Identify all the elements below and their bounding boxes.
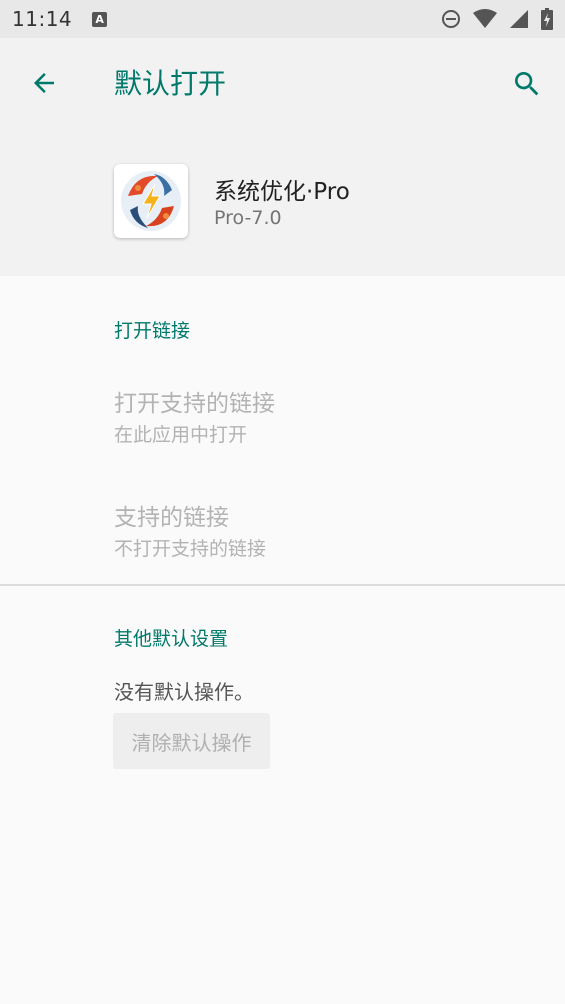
app-name: 系统优化·Pro xyxy=(214,179,350,205)
back-button[interactable] xyxy=(24,63,64,103)
section-divider xyxy=(0,584,565,586)
arrow-back-icon xyxy=(34,73,54,93)
open-links-section-title: 打开链接 xyxy=(114,320,191,342)
status-time: 11:14 xyxy=(12,7,73,31)
do-not-disturb-icon xyxy=(442,10,460,28)
clear-defaults-button[interactable]: 清除默认操作 xyxy=(113,713,270,769)
search-icon xyxy=(515,72,539,96)
other-defaults-section-title: 其他默认设置 xyxy=(114,628,229,650)
wifi-icon xyxy=(473,9,497,28)
notification-icon: A xyxy=(92,11,108,27)
cell-signal-icon xyxy=(510,10,528,28)
app-version: Pro-7.0 xyxy=(214,207,282,229)
app-header: 默认打开 系统优化·Pro Pro-7.0 xyxy=(0,38,565,276)
battery-charging-icon xyxy=(541,8,553,30)
no-default-actions-text: 没有默认操作。 xyxy=(114,680,254,704)
page-title: 默认打开 xyxy=(114,67,227,100)
pref-summary: 在此应用中打开 xyxy=(114,424,248,446)
status-bar: 11:14 A xyxy=(0,0,565,38)
pref-summary: 不打开支持的链接 xyxy=(114,538,267,560)
status-icons xyxy=(441,8,553,30)
app-icon xyxy=(114,164,188,238)
koi-lightning-logo-icon xyxy=(121,171,181,231)
pref-title: 打开支持的链接 xyxy=(114,391,275,417)
search-button[interactable] xyxy=(506,63,548,105)
pref-title: 支持的链接 xyxy=(114,505,229,531)
